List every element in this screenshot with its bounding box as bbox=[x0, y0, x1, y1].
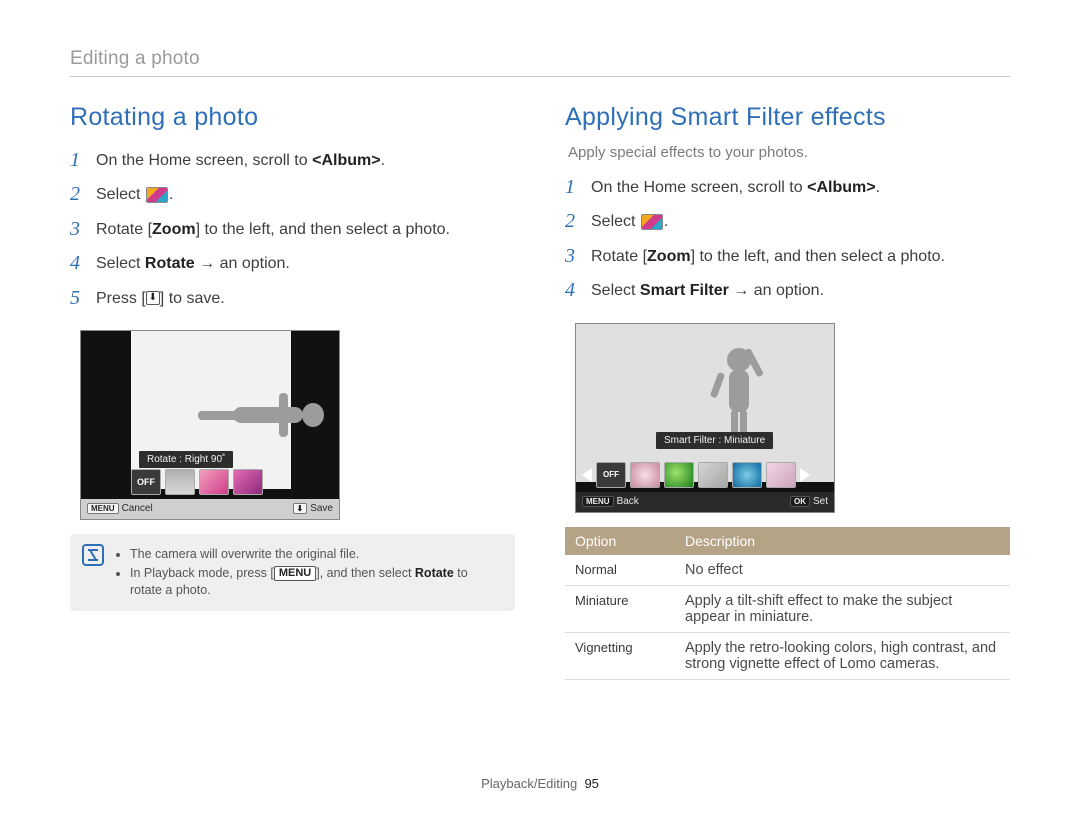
left-column: Rotating a photo On the Home screen, scr… bbox=[70, 95, 515, 680]
text: On the Home screen, scroll to bbox=[591, 179, 807, 196]
note-line-1: The camera will overwrite the original f… bbox=[130, 546, 503, 563]
thumb-off: OFF bbox=[596, 462, 626, 488]
note-line-2: In Playback mode, press [MENU], and then… bbox=[130, 565, 503, 599]
rotate-step-5: Press [⬇] to save. bbox=[70, 282, 515, 316]
th-description: Description bbox=[675, 527, 1010, 555]
opt-name: Miniature bbox=[565, 585, 675, 632]
sf-step-3: Rotate [Zoom] to the left, and then sele… bbox=[565, 240, 1010, 274]
table-row: Vignetting Apply the retro-looking color… bbox=[565, 632, 1010, 679]
album-tag: <Album> bbox=[312, 152, 380, 169]
smartfilter-lcd-screenshot: Smart Filter : Miniature OFF MENUBack OK… bbox=[575, 323, 835, 513]
ok-button-icon: OK bbox=[790, 496, 810, 507]
lcd-thumb-row: OFF bbox=[131, 467, 333, 497]
sf-step-1: On the Home screen, scroll to <Album>. bbox=[565, 171, 1010, 205]
edit-icon bbox=[641, 214, 663, 230]
text: Select bbox=[96, 186, 145, 203]
opt-desc: Apply a tilt-shift effect to make the su… bbox=[675, 585, 1010, 632]
note-icon bbox=[82, 544, 104, 566]
rotate-label: Rotate bbox=[415, 566, 454, 580]
rotate-label: Rotate bbox=[145, 255, 195, 272]
thumb-3 bbox=[698, 462, 728, 488]
edit-icon bbox=[146, 187, 168, 203]
right-column: Applying Smart Filter effects Apply spec… bbox=[565, 95, 1010, 680]
text: → an option. bbox=[195, 255, 290, 272]
breadcrumb: Editing a photo bbox=[70, 48, 1010, 77]
menu-button-icon: MENU bbox=[274, 566, 316, 581]
opt-desc: Apply the retro-looking colors, high con… bbox=[675, 632, 1010, 679]
lcd-thumb-row: OFF bbox=[582, 460, 828, 490]
thumb-1 bbox=[165, 469, 195, 495]
save-icon: ⬇ bbox=[146, 291, 160, 305]
menu-button-icon: MENU bbox=[582, 496, 614, 507]
footer-page-number: 95 bbox=[584, 776, 598, 791]
options-table: Option Description Normal No effect Mini… bbox=[565, 527, 1010, 680]
thumb-4 bbox=[732, 462, 762, 488]
th-option: Option bbox=[565, 527, 675, 555]
scroll-right-icon bbox=[800, 468, 810, 482]
rotate-step-4: Select Rotate → an option. bbox=[70, 247, 515, 281]
opt-name: Vignetting bbox=[565, 632, 675, 679]
heading-rotating: Rotating a photo bbox=[70, 103, 515, 132]
text: ] to the left, and then select a photo. bbox=[196, 221, 450, 238]
rotate-steps: On the Home screen, scroll to <Album>. S… bbox=[70, 144, 515, 316]
text: . bbox=[876, 179, 880, 196]
zoom-label: Zoom bbox=[152, 221, 196, 238]
smartfilter-label: Smart Filter bbox=[640, 282, 729, 299]
set-label: Set bbox=[813, 496, 828, 507]
text: Select bbox=[96, 255, 145, 272]
rotate-step-3: Rotate [Zoom] to the left, and then sele… bbox=[70, 213, 515, 247]
text: . bbox=[664, 213, 668, 230]
save-button-icon: ⬇ bbox=[293, 503, 308, 514]
text: → an option. bbox=[729, 282, 824, 299]
smartfilter-intro: Apply special effects to your photos. bbox=[568, 144, 1010, 161]
text: ] to the left, and then select a photo. bbox=[691, 248, 945, 265]
page-footer: Playback/Editing 95 bbox=[0, 776, 1080, 791]
zoom-label: Zoom bbox=[647, 248, 691, 265]
save-label: Save bbox=[310, 503, 333, 514]
text: ] to save. bbox=[160, 290, 225, 307]
text: . bbox=[381, 152, 385, 169]
footer-section: Playback/Editing bbox=[481, 776, 577, 791]
thumb-off: OFF bbox=[131, 469, 161, 495]
text: . bbox=[169, 186, 173, 203]
thumb-3 bbox=[233, 469, 263, 495]
thumb-2 bbox=[199, 469, 229, 495]
album-tag: <Album> bbox=[807, 179, 875, 196]
menu-button-icon: MENU bbox=[87, 503, 119, 514]
lcd-footer: MENUBack OKSet bbox=[576, 492, 834, 512]
rotate-step-1: On the Home screen, scroll to <Album>. bbox=[70, 144, 515, 178]
thumb-5 bbox=[766, 462, 796, 488]
lcd-rotate-label: Rotate : Right 90˚ bbox=[139, 451, 233, 468]
thumb-2 bbox=[664, 462, 694, 488]
smartfilter-steps: On the Home screen, scroll to <Album>. S… bbox=[565, 171, 1010, 309]
text: Rotate [ bbox=[96, 221, 152, 238]
text: Press [ bbox=[96, 290, 146, 307]
table-row: Miniature Apply a tilt-shift effect to m… bbox=[565, 585, 1010, 632]
person-silhouette-icon bbox=[193, 391, 328, 439]
back-label: Back bbox=[617, 496, 639, 507]
text: Select bbox=[591, 282, 640, 299]
thumb-1 bbox=[630, 462, 660, 488]
rotate-lcd-screenshot: Rotate : Right 90˚ OFF MENUCancel ⬇Save bbox=[80, 330, 340, 520]
lcd-filter-label: Smart Filter : Miniature bbox=[656, 432, 773, 449]
opt-name: Normal bbox=[565, 555, 675, 586]
cancel-label: Cancel bbox=[122, 503, 153, 514]
scroll-left-icon bbox=[582, 468, 592, 482]
text: On the Home screen, scroll to bbox=[96, 152, 312, 169]
rotate-step-2: Select . bbox=[70, 178, 515, 212]
text: In Playback mode, press [ bbox=[130, 566, 274, 580]
lcd-footer: MENUCancel ⬇Save bbox=[81, 499, 339, 519]
table-row: Normal No effect bbox=[565, 555, 1010, 586]
text: Select bbox=[591, 213, 640, 230]
text: Rotate [ bbox=[591, 248, 647, 265]
note-box: The camera will overwrite the original f… bbox=[70, 534, 515, 611]
sf-step-2: Select . bbox=[565, 205, 1010, 239]
text: ], and then select bbox=[316, 566, 415, 580]
lcd-photo-area bbox=[576, 324, 834, 482]
heading-smartfilter: Applying Smart Filter effects bbox=[565, 103, 1010, 132]
opt-desc: No effect bbox=[675, 555, 1010, 586]
sf-step-4: Select Smart Filter → an option. bbox=[565, 274, 1010, 308]
